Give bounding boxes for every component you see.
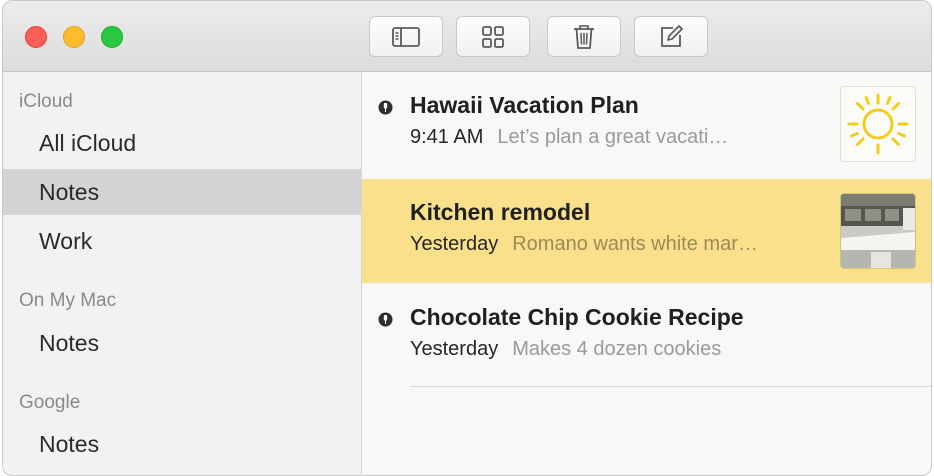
gallery-view-button[interactable] (456, 16, 530, 57)
compose-icon (657, 23, 685, 51)
sidebar-item-google-notes[interactable]: Notes (3, 421, 361, 467)
toggle-sidebar-button[interactable] (369, 16, 443, 57)
section-header-google: Google (19, 392, 81, 413)
sidebar-item-label: Notes (39, 430, 100, 457)
section-header-on-my-mac: On My Mac (19, 290, 117, 311)
note-subtitle: Yesterday Makes 4 dozen cookies (410, 338, 721, 361)
note-subtitle: Yesterday Romano wants white mar… (410, 233, 758, 256)
minimize-window-button[interactable] (63, 26, 85, 48)
sidebar-item-label: Notes (39, 329, 100, 356)
note-time: Yesterday (410, 233, 499, 255)
folders-sidebar: iCloud All iCloud Notes Work On My Mac N… (3, 72, 362, 475)
sun-sketch-thumbnail (840, 86, 916, 162)
sidebar-item-mac-notes[interactable]: Notes (3, 320, 361, 366)
list-item[interactable]: Hawaii Vacation Plan 9:41 AM Let’s plan a… (362, 72, 931, 176)
sidebar-item-label: All iCloud (39, 129, 137, 156)
toolbar (3, 1, 931, 72)
sidebar-item-all-icloud[interactable]: All iCloud (3, 120, 361, 166)
list-item[interactable]: Chocolate Chip Cookie Recipe Yesterday Ma… (362, 284, 931, 388)
trash-icon (571, 23, 597, 51)
note-subtitle: 9:41 AM Let’s plan a great vacati… (410, 126, 728, 149)
note-time: 9:41 AM (410, 126, 484, 148)
gallery-view-icon (480, 24, 506, 50)
note-preview: Let’s plan a great vacati… (497, 126, 729, 148)
sidebar-item-label: Notes (39, 178, 100, 205)
new-note-button[interactable] (634, 16, 708, 57)
list-divider (410, 386, 931, 387)
list-item-selected[interactable]: Kitchen remodel Yesterday Romano wants wh… (362, 179, 931, 283)
sidebar-item-label: Work (39, 227, 93, 254)
note-title: Kitchen remodel (410, 199, 591, 225)
note-time: Yesterday (410, 338, 499, 360)
pin-icon (378, 100, 393, 115)
note-title: Chocolate Chip Cookie Recipe (410, 304, 744, 330)
pin-icon (378, 312, 393, 327)
section-header-icloud: iCloud (19, 91, 73, 112)
notes-list: Hawaii Vacation Plan 9:41 AM Let’s plan a… (362, 72, 931, 475)
note-preview: Romano wants white mar… (512, 233, 758, 255)
note-preview: Makes 4 dozen cookies (512, 338, 722, 360)
sidebar-item-work[interactable]: Work (3, 218, 361, 264)
delete-note-button[interactable] (547, 16, 621, 57)
note-title: Hawaii Vacation Plan (410, 92, 639, 118)
zoom-window-button[interactable] (101, 26, 123, 48)
close-window-button[interactable] (25, 26, 47, 48)
sidebar-toggle-icon (391, 25, 421, 49)
sun-icon (847, 93, 909, 155)
sidebar-item-icloud-notes[interactable]: Notes (3, 169, 361, 215)
kitchen-photo-thumbnail (840, 193, 916, 269)
notes-window: iCloud All iCloud Notes Work On My Mac N… (2, 0, 932, 476)
